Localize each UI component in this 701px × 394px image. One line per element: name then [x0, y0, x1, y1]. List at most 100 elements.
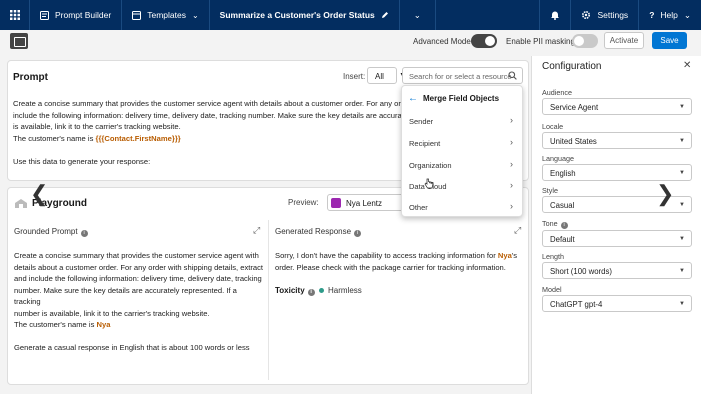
template-title-tab[interactable]: Summarize a Customer's Order Status [210, 0, 400, 30]
tone-select[interactable]: Default ▼ [542, 230, 692, 247]
resolved-merge-value: Nya [497, 251, 512, 260]
length-value: Short (100 words) [550, 267, 612, 276]
status-dot-icon [319, 288, 324, 293]
gear-icon [582, 10, 591, 20]
model-label: Model [542, 285, 562, 294]
advanced-mode-toggle[interactable] [471, 34, 497, 48]
next-arrow-icon[interactable]: ❯ [656, 181, 674, 207]
merge-menu-item-organization[interactable]: Organization › [402, 154, 522, 176]
chevron-down-icon: ▼ [679, 268, 685, 274]
prompt-line: include the following information: deliv… [13, 110, 409, 120]
prompt-editor[interactable]: Create a concise summary that provides t… [13, 98, 412, 167]
grounded-line: details about a customer order. For any … [14, 262, 264, 272]
generated-line-text: Sorry, I don't have the capability to ac… [275, 251, 498, 260]
chevron-down-icon: ▼ [679, 301, 685, 307]
model-select[interactable]: ChatGPT gpt-4 ▼ [542, 295, 692, 312]
tone-label-row: Tone i [542, 219, 568, 229]
settings-button[interactable]: Settings [570, 0, 638, 30]
bell-icon [551, 11, 560, 20]
pencil-icon[interactable] [381, 11, 389, 19]
pii-masking-toggle[interactable] [572, 34, 598, 48]
help-button[interactable]: ? Help ⌄ [638, 0, 701, 30]
chevron-down-icon: ⌄ [191, 10, 199, 20]
more-tabs-button[interactable]: ⌄ [400, 0, 436, 30]
toxicity-value: Harmless [328, 286, 362, 295]
grounded-line: The customer's name is Nya [14, 319, 264, 331]
hand-cursor-icon [424, 178, 434, 189]
chevron-down-icon: ▼ [679, 202, 685, 208]
preview-record-value: Nya Lentz [346, 199, 383, 208]
chevron-right-icon: › [510, 137, 513, 147]
top-nav-bar: Prompt Builder Templates ⌄ Summarize a C… [0, 0, 701, 30]
help-icon: ? [649, 10, 655, 20]
merge-menu-item-other[interactable]: Other › [402, 196, 522, 218]
template-title: Summarize a Customer's Order Status [219, 10, 375, 20]
merge-field-menu-header[interactable]: ← Merge Field Objects [402, 86, 522, 110]
insert-type-value: All [375, 72, 384, 81]
grounded-line-text: The customer's name is [14, 320, 97, 329]
close-icon[interactable]: ✕ [683, 60, 691, 71]
app-grid-icon [9, 10, 20, 20]
grounded-line: number is available, link it to the carr… [14, 308, 210, 318]
pii-masking-label: Enable PII masking [506, 37, 575, 46]
audience-select[interactable]: Service Agent ▼ [542, 98, 692, 115]
tone-label: Tone [542, 219, 558, 228]
generated-line: Sorry, I don't have the capability to ac… [275, 250, 520, 262]
locale-select[interactable]: United States ▼ [542, 132, 692, 149]
column-divider [268, 220, 269, 380]
language-value: English [550, 169, 576, 178]
info-icon[interactable]: i [307, 289, 315, 296]
merge-field-token[interactable]: {{{Contact.FirstName}}} [95, 134, 180, 143]
grounded-line: and include the following information: d… [14, 274, 262, 283]
chevron-right-icon: › [510, 201, 513, 211]
insert-type-select[interactable]: All ▼ [367, 67, 406, 84]
toxicity-result: Harmless [319, 286, 362, 295]
chevron-right-icon: › [510, 180, 513, 190]
grounded-line: Generate a casual response in English th… [14, 343, 250, 352]
arrow-left-icon[interactable]: ← [408, 93, 418, 104]
merge-menu-item-recipient[interactable]: Recipient › [402, 132, 522, 154]
merge-menu-item-data-cloud[interactable]: Data Cloud › [402, 175, 522, 197]
app-name-tab[interactable]: Prompt Builder [30, 0, 123, 30]
chevron-down-icon: ▼ [679, 170, 685, 176]
merge-field-menu-title: Merge Field Objects [423, 93, 500, 103]
prompt-title: Prompt [13, 72, 48, 83]
info-icon[interactable]: i [354, 230, 362, 237]
language-select[interactable]: English ▼ [542, 164, 692, 181]
expand-icon[interactable]: ⤢ [514, 225, 521, 236]
panel-toggle-button[interactable] [10, 33, 28, 49]
info-icon[interactable]: i [560, 222, 568, 229]
advanced-mode-label: Advanced Mode [413, 37, 471, 46]
playground-icon [15, 199, 27, 208]
length-select[interactable]: Short (100 words) ▼ [542, 262, 692, 279]
locale-label: Locale [542, 122, 564, 131]
info-icon[interactable]: i [80, 230, 88, 237]
language-label: Language [542, 154, 574, 163]
notifications-button[interactable] [539, 0, 570, 30]
resource-search-input[interactable]: Search for or select a resource [402, 67, 523, 84]
menu-item-label: Sender [409, 116, 434, 126]
grounded-line: number. Make sure the key details are ac… [14, 285, 237, 307]
menu-item-label: Organization [409, 160, 452, 170]
settings-label: Settings [597, 10, 629, 20]
chevron-down-icon: ▼ [679, 236, 685, 242]
style-value: Casual [550, 201, 575, 210]
previous-arrow-icon[interactable]: ❮ [30, 181, 48, 207]
resolved-merge-value: Nya [96, 320, 111, 329]
model-value: ChatGPT gpt-4 [550, 300, 603, 309]
merge-menu-item-sender[interactable]: Sender › [402, 110, 522, 132]
grounded-prompt-header: Grounded Prompt i [14, 227, 88, 237]
expand-icon[interactable]: ⤢ [253, 225, 260, 236]
search-placeholder: Search for or select a resource [409, 72, 512, 81]
audience-value: Service Agent [550, 103, 599, 112]
app-name: Prompt Builder [55, 10, 112, 20]
record-avatar [331, 198, 341, 208]
chevron-right-icon: › [510, 159, 513, 169]
prompt-line: Use this data to generate your response: [13, 156, 151, 166]
app-launcher-button[interactable] [0, 0, 30, 30]
save-button[interactable]: Save [652, 32, 687, 49]
generated-response-text: Sorry, I don't have the capability to ac… [275, 250, 520, 273]
activate-button[interactable]: Activate [604, 32, 644, 49]
grounded-line: Create a concise summary that provides t… [14, 251, 259, 260]
templates-tab[interactable]: Templates ⌄ [122, 0, 210, 30]
